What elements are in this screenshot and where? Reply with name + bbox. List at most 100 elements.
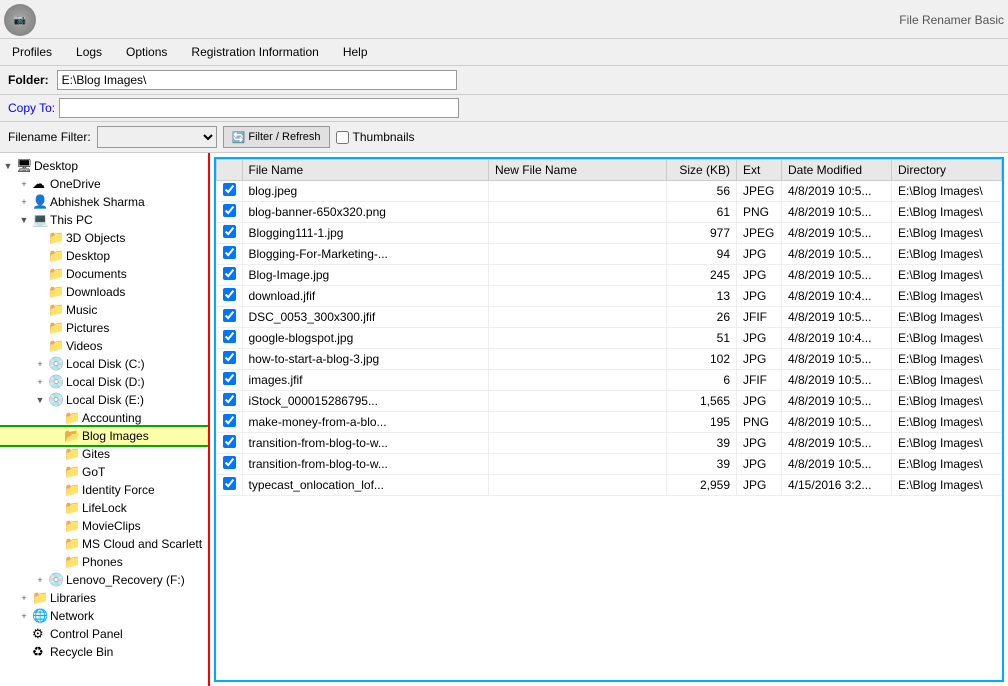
table-row[interactable]: blog-banner-650x320.png61PNG4/8/2019 10:…	[217, 202, 1002, 223]
row-checkbox-10[interactable]	[223, 393, 236, 406]
menu-profiles[interactable]: Profiles	[0, 41, 64, 63]
cell-filename: transition-from-blog-to-w...	[242, 454, 488, 475]
tree-label-accounting: Accounting	[82, 411, 141, 425]
cell-ext: JPEG	[737, 181, 782, 202]
drive-icon: 💿	[48, 392, 64, 408]
table-row[interactable]: download.jfif13JPG4/8/2019 10:4...E:\Blo…	[217, 286, 1002, 307]
file-table: File Name New File Name Size (KB) Ext Da…	[216, 159, 1002, 496]
cell-size: 102	[667, 349, 737, 370]
row-checkbox-3[interactable]	[223, 246, 236, 259]
row-checkbox-9[interactable]	[223, 372, 236, 385]
row-checkbox-4[interactable]	[223, 267, 236, 280]
tree-item-locale[interactable]: ▼💿Local Disk (E:)	[0, 391, 208, 409]
menu-logs[interactable]: Logs	[64, 41, 114, 63]
col-header-size[interactable]: Size (KB)	[667, 160, 737, 181]
row-checkbox-6[interactable]	[223, 309, 236, 322]
tree-item-gites[interactable]: 📁Gites	[0, 445, 208, 463]
expand-btn-locale[interactable]: ▼	[32, 395, 48, 405]
expand-btn-network[interactable]: +	[16, 611, 32, 621]
table-row[interactable]: images.jfif6JFIF4/8/2019 10:5...E:\Blog …	[217, 370, 1002, 391]
col-header-date[interactable]: Date Modified	[782, 160, 892, 181]
expand-btn-thispc[interactable]: ▼	[16, 215, 32, 225]
col-header-newname[interactable]: New File Name	[488, 160, 666, 181]
col-header-ext[interactable]: Ext	[737, 160, 782, 181]
table-row[interactable]: DSC_0053_300x300.jfif26JFIF4/8/2019 10:5…	[217, 307, 1002, 328]
folder-label: Folder:	[8, 73, 49, 87]
tree-label-movieclips: MovieClips	[82, 519, 141, 533]
row-checkbox-11[interactable]	[223, 414, 236, 427]
tree-item-localc[interactable]: +💿Local Disk (C:)	[0, 355, 208, 373]
cell-filename: DSC_0053_300x300.jfif	[242, 307, 488, 328]
tree-item-documents[interactable]: 📁Documents	[0, 265, 208, 283]
tree-item-abhishek[interactable]: +👤Abhishek Sharma	[0, 193, 208, 211]
expand-btn-onedrive[interactable]: +	[16, 179, 32, 189]
tree-item-got[interactable]: 📁GoT	[0, 463, 208, 481]
tree-item-3dobjects[interactable]: 📁3D Objects	[0, 229, 208, 247]
cell-newname	[488, 223, 666, 244]
tree-item-lifelock[interactable]: 📁LifeLock	[0, 499, 208, 517]
tree-item-phones[interactable]: 📁Phones	[0, 553, 208, 571]
expand-btn-locald[interactable]: +	[32, 377, 48, 387]
pc-icon: 💻	[32, 212, 48, 228]
folder-icon: 📁	[64, 464, 80, 480]
row-checkbox-13[interactable]	[223, 456, 236, 469]
table-row[interactable]: Blogging-For-Marketing-...94JPG4/8/2019 …	[217, 244, 1002, 265]
table-row[interactable]: Blogging111-1.jpg977JPEG4/8/2019 10:5...…	[217, 223, 1002, 244]
tree-item-mscloud[interactable]: 📁MS Cloud and Scarlett	[0, 535, 208, 553]
copyto-input[interactable]	[59, 98, 459, 118]
tree-item-downloads[interactable]: 📁Downloads	[0, 283, 208, 301]
tree-item-identityforce[interactable]: 📁Identity Force	[0, 481, 208, 499]
thumbnails-text: Thumbnails	[353, 130, 415, 144]
expand-btn-libraries[interactable]: +	[16, 593, 32, 603]
tree-item-music[interactable]: 📁Music	[0, 301, 208, 319]
tree-item-pictures[interactable]: 📁Pictures	[0, 319, 208, 337]
col-header-dir[interactable]: Directory	[892, 160, 1002, 181]
expand-btn-desktop[interactable]: ▼	[0, 161, 16, 171]
tree-item-network[interactable]: +🌐Network	[0, 607, 208, 625]
row-checkbox-0[interactable]	[223, 183, 236, 196]
tree-item-lenovo[interactable]: +💿Lenovo_Recovery (F:)	[0, 571, 208, 589]
menu-options[interactable]: Options	[114, 41, 179, 63]
table-row[interactable]: transition-from-blog-to-w...39JPG4/8/201…	[217, 433, 1002, 454]
menu-registration[interactable]: Registration Information	[179, 41, 330, 63]
table-row[interactable]: transition-from-blog-to-w...39JPG4/8/201…	[217, 454, 1002, 475]
table-row[interactable]: how-to-start-a-blog-3.jpg102JPG4/8/2019 …	[217, 349, 1002, 370]
copyto-label[interactable]: Copy To:	[8, 101, 55, 115]
table-row[interactable]: iStock_000015286795...1,565JPG4/8/2019 1…	[217, 391, 1002, 412]
tree-item-onedrive[interactable]: +☁OneDrive	[0, 175, 208, 193]
tree-item-thispc[interactable]: ▼💻This PC	[0, 211, 208, 229]
table-row[interactable]: typecast_onlocation_lof...2,959JPG4/15/2…	[217, 475, 1002, 496]
tree-item-accounting[interactable]: 📁Accounting	[0, 409, 208, 427]
filter-select[interactable]	[97, 126, 217, 148]
table-row[interactable]: Blog-Image.jpg245JPG4/8/2019 10:5...E:\B…	[217, 265, 1002, 286]
row-checkbox-14[interactable]	[223, 477, 236, 490]
tree-item-locald[interactable]: +💿Local Disk (D:)	[0, 373, 208, 391]
row-checkbox-2[interactable]	[223, 225, 236, 238]
row-checkbox-8[interactable]	[223, 351, 236, 364]
tree-item-controlpanel[interactable]: ⚙Control Panel	[0, 625, 208, 643]
filter-refresh-button[interactable]: 🔄 Filter / Refresh	[223, 126, 330, 148]
col-header-name[interactable]: File Name	[242, 160, 488, 181]
table-row[interactable]: blog.jpeg56JPEG4/8/2019 10:5...E:\Blog I…	[217, 181, 1002, 202]
tree-item-movieclips[interactable]: 📁MovieClips	[0, 517, 208, 535]
expand-btn-lenovo[interactable]: +	[32, 575, 48, 585]
expand-btn-localc[interactable]: +	[32, 359, 48, 369]
row-checkbox-12[interactable]	[223, 435, 236, 448]
tree-item-desktop[interactable]: ▼🖥Desktop	[0, 157, 208, 175]
tree-item-recycle[interactable]: ♻Recycle Bin	[0, 643, 208, 661]
table-row[interactable]: make-money-from-a-blo...195PNG4/8/2019 1…	[217, 412, 1002, 433]
thumbnails-label[interactable]: Thumbnails	[336, 130, 415, 144]
menu-help[interactable]: Help	[331, 41, 380, 63]
file-tree: ▼🖥Desktop+☁OneDrive+👤Abhishek Sharma▼💻Th…	[0, 153, 208, 665]
tree-item-desktop2[interactable]: 📁Desktop	[0, 247, 208, 265]
folder-input[interactable]	[57, 70, 457, 90]
row-checkbox-1[interactable]	[223, 204, 236, 217]
row-checkbox-5[interactable]	[223, 288, 236, 301]
thumbnails-checkbox[interactable]	[336, 131, 349, 144]
table-row[interactable]: google-blogspot.jpg51JPG4/8/2019 10:4...…	[217, 328, 1002, 349]
row-checkbox-7[interactable]	[223, 330, 236, 343]
tree-item-videos[interactable]: 📁Videos	[0, 337, 208, 355]
tree-item-libraries[interactable]: +📁Libraries	[0, 589, 208, 607]
expand-btn-abhishek[interactable]: +	[16, 197, 32, 207]
tree-item-blogimages[interactable]: 📂Blog Images	[0, 427, 208, 445]
